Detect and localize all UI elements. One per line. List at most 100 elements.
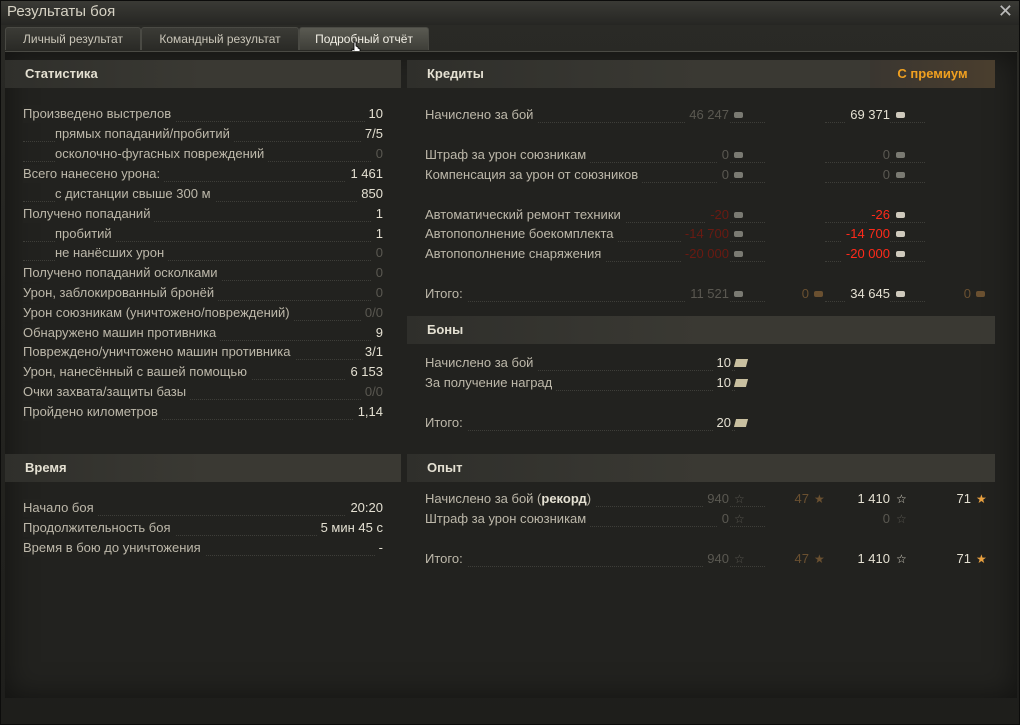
xp-star-icon: ☆ bbox=[734, 512, 745, 526]
xp-premium-value: 1 410 bbox=[853, 550, 890, 568]
credit-row: Начислено за бой 46 247 69 371 bbox=[425, 106, 985, 124]
credit-row: Автопополнение снаряжения -20 000 -20 000 bbox=[425, 245, 985, 263]
credit-label: Автопополнение снаряжения bbox=[425, 245, 606, 263]
stat-row: прямых попаданий/пробитий 7/5 bbox=[23, 125, 383, 143]
xp-label-text: Штраф за урон союзникам bbox=[425, 511, 587, 526]
stat-row: Очки захвата/защиты базы 0/0 bbox=[23, 383, 383, 401]
credit-icon bbox=[734, 291, 743, 297]
credit-label: Штраф за урон союзникам bbox=[425, 146, 591, 164]
credit-row: Компенсация за урон от союзников 0 0 bbox=[425, 166, 985, 184]
credit-premium-value: -26 bbox=[867, 206, 890, 224]
time-row: Продолжительность боя 5 мин 45 с bbox=[23, 519, 383, 537]
stat-row: Повреждено/уничтожено машин противника 3/… bbox=[23, 343, 383, 361]
free-xp-star-icon: ★ bbox=[976, 492, 987, 506]
time-row: Начало боя 20:20 bbox=[23, 499, 383, 517]
bond-icon bbox=[733, 419, 749, 427]
xp-base-value: 940 bbox=[703, 490, 729, 508]
stat-label: Пройдено километров bbox=[23, 403, 162, 421]
credit-icon bbox=[896, 212, 905, 218]
bond-value: 10 bbox=[712, 354, 731, 372]
credit-base-value: -20 bbox=[706, 206, 729, 224]
time-row: Время в бою до уничтожения - bbox=[23, 539, 383, 557]
stat-label: осколочно-фугасных повреждений bbox=[55, 145, 269, 163]
stat-label: Урон, нанесённый с вашей помощью bbox=[23, 363, 251, 381]
stat-value: 1,14 bbox=[353, 403, 383, 421]
bond-icon bbox=[733, 379, 749, 387]
stat-label: Урон, заблокированный бронёй bbox=[23, 284, 219, 302]
stat-value: 6 153 bbox=[346, 363, 383, 381]
free-xp-base-value: 47 bbox=[794, 491, 809, 506]
stat-value: 7/5 bbox=[360, 125, 383, 143]
bond-value: 10 bbox=[712, 374, 731, 392]
credit-icon bbox=[896, 231, 905, 237]
stat-value: 10 bbox=[364, 105, 383, 123]
credit-icon bbox=[896, 172, 905, 178]
credit-icon bbox=[734, 152, 743, 158]
free-xp-base-value: 47 bbox=[794, 551, 809, 566]
credit-premium-value: 0 bbox=[878, 146, 890, 164]
credit-icon bbox=[896, 152, 905, 158]
xp-star-icon: ☆ bbox=[734, 492, 745, 506]
stat-row: Обнаружено машин противника 9 bbox=[23, 324, 383, 342]
free-xp-premium-value: 71 bbox=[956, 551, 971, 566]
bond-icon bbox=[733, 359, 749, 367]
battle-results-window: Результаты боя ✕ Личный результат Команд… bbox=[0, 0, 1020, 725]
credit-row: Автоматический ремонт техники -20 -26 bbox=[425, 206, 985, 224]
stat-row: Произведено выстрелов 10 bbox=[23, 105, 383, 123]
credit-base-value: 0 bbox=[717, 166, 729, 184]
stat-row: не нанёсших урон 0 bbox=[23, 244, 383, 262]
stat-label: прямых попаданий/пробитий bbox=[55, 125, 234, 143]
stat-row: осколочно-фугасных повреждений 0 bbox=[23, 145, 383, 163]
record-label: рекорд bbox=[541, 491, 587, 506]
credit-icon bbox=[734, 172, 743, 178]
stat-value: 0/0 bbox=[360, 383, 383, 401]
dotted-divider bbox=[825, 182, 925, 183]
credit-premium-value: 34 645 bbox=[846, 285, 890, 303]
credit-label: Автоматический ремонт техники bbox=[425, 206, 625, 224]
stat-label: Всего нанесено урона: bbox=[23, 165, 165, 183]
xp-premium-value: 1 410 bbox=[853, 490, 890, 508]
xp-premium-value: 0 bbox=[878, 510, 890, 528]
close-icon[interactable]: ✕ bbox=[998, 1, 1013, 22]
credit-icon bbox=[896, 251, 905, 257]
stat-row: Получено попаданий 1 bbox=[23, 205, 383, 223]
stat-value: 850 bbox=[357, 185, 383, 203]
statistics-header: Статистика bbox=[5, 60, 401, 88]
xp-base-value: 940 bbox=[703, 550, 729, 568]
dotted-divider bbox=[825, 162, 925, 163]
credit-base-value: 11 521 bbox=[686, 285, 729, 303]
time-value: - bbox=[374, 539, 383, 557]
tab-personal-result[interactable]: Личный результат bbox=[5, 27, 141, 50]
stat-row: Всего нанесено урона: 1 461 bbox=[23, 165, 383, 183]
bond-row: Итого: 20 bbox=[425, 414, 765, 432]
stat-label: не нанёсших урон bbox=[55, 244, 169, 262]
credit-premium-value: 0 bbox=[878, 166, 890, 184]
credit-row: Штраф за урон союзникам 0 0 bbox=[425, 146, 985, 164]
xp-base-value: 0 bbox=[717, 510, 729, 528]
bond-row: Начислено за бой 10 bbox=[425, 354, 765, 372]
stat-row: Пройдено километров 1,14 bbox=[23, 403, 383, 421]
free-xp-star-icon: ★ bbox=[976, 552, 987, 566]
tab-team-result[interactable]: Командный результат bbox=[141, 27, 299, 50]
xp-star-icon: ☆ bbox=[896, 512, 907, 526]
stat-value: 0/0 bbox=[360, 304, 383, 322]
gold-icon bbox=[976, 291, 985, 297]
stat-row: Получено попаданий осколками 0 bbox=[23, 264, 383, 282]
stat-label: с дистанции свыше 300 м bbox=[55, 185, 215, 203]
credits-header: Кредиты С премиум bbox=[407, 60, 995, 88]
credit-row: Автопополнение боекомплекта -14 700 -14 70… bbox=[425, 225, 985, 243]
xp-label-text: Итого: bbox=[425, 551, 463, 566]
stat-value: 9 bbox=[371, 324, 383, 342]
bonds-header: Боны bbox=[407, 316, 995, 344]
tab-detailed-report[interactable]: Подробный отчёт bbox=[299, 27, 429, 50]
credits-header-label: Кредиты bbox=[427, 66, 484, 81]
credit-base-value: 46 247 bbox=[685, 106, 729, 124]
xp-star-icon: ☆ bbox=[896, 552, 907, 566]
title-bar: Результаты боя ✕ bbox=[1, 1, 1019, 25]
stat-row: Урон, заблокированный бронёй 0 bbox=[23, 284, 383, 302]
credit-icon bbox=[734, 212, 743, 218]
credit-premium-value: 69 371 bbox=[846, 106, 890, 124]
credit-label: Компенсация за урон от союзников bbox=[425, 166, 643, 184]
credit-premium-value: -20 000 bbox=[841, 245, 890, 263]
free-xp-star-icon: ★ bbox=[814, 492, 825, 506]
